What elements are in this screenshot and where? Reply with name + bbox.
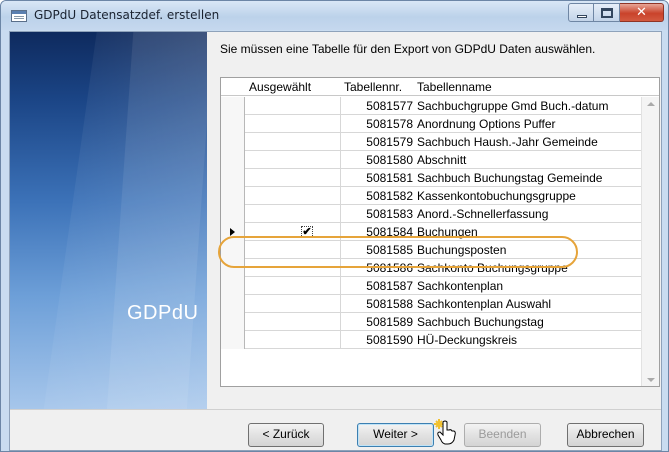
table-number-cell: 5081588 bbox=[366, 297, 413, 311]
close-icon: ✕ bbox=[636, 5, 647, 20]
maximize-button[interactable] bbox=[594, 3, 620, 22]
table-name-cell: Anordnung Options Puffer bbox=[417, 117, 556, 131]
table-name-cell: Sachbuchgruppe Gmd Buch.-datum bbox=[417, 99, 609, 113]
table-number-cell: 5081577 bbox=[366, 99, 413, 113]
table-number-cell: 5081582 bbox=[366, 189, 413, 203]
table-number-cell: 5081580 bbox=[366, 153, 413, 167]
table-name-cell: Sachkontenplan Auswahl bbox=[417, 297, 552, 311]
table-name-cell: Anord.-Schnellerfassung bbox=[417, 207, 549, 221]
vertical-scrollbar[interactable] bbox=[641, 97, 659, 386]
next-button[interactable]: Weiter > bbox=[357, 423, 434, 447]
selection-highlight-annotation bbox=[218, 236, 578, 268]
scroll-down-icon[interactable] bbox=[647, 378, 655, 382]
selected-cell[interactable] bbox=[245, 169, 341, 187]
back-button[interactable]: < Zurück bbox=[248, 423, 324, 447]
table-row[interactable]: 5081590 HÜ-Deckungskreis bbox=[221, 331, 641, 349]
selected-cell[interactable] bbox=[245, 205, 341, 223]
table-row[interactable]: 5081589 Sachbuch Buchungstag bbox=[221, 313, 641, 331]
minimize-icon bbox=[577, 15, 587, 18]
table-row[interactable]: 5081583 Anord.-Schnellerfassung bbox=[221, 205, 641, 223]
finish-button[interactable]: Beenden bbox=[464, 423, 541, 447]
dialog-window: GDPdU Datensatzdef. erstellen ✕ GDPdU Si… bbox=[0, 0, 669, 452]
table-name-cell: HÜ-Deckungskreis bbox=[417, 333, 518, 347]
row-indicator[interactable] bbox=[221, 331, 245, 349]
row-indicator[interactable] bbox=[221, 115, 245, 133]
table-name-cell: Sachbuch Buchungstag bbox=[417, 315, 544, 329]
table-row[interactable]: 5081579 Sachbuch Haush.-Jahr Gemeinde bbox=[221, 133, 641, 151]
row-indicator[interactable] bbox=[221, 205, 245, 223]
table-name-cell: Abschnitt bbox=[417, 153, 467, 167]
table-list[interactable]: Ausgewählt Tabellennr. Tabellenname 5081… bbox=[220, 77, 660, 387]
instruction-text: Sie müssen eine Tabelle für den Export v… bbox=[220, 42, 596, 56]
column-header-number[interactable]: Tabellennr. bbox=[344, 80, 402, 94]
table-row[interactable]: 5081587 Sachkontenplan bbox=[221, 277, 641, 295]
selected-cell[interactable] bbox=[245, 133, 341, 151]
row-indicator[interactable] bbox=[221, 97, 245, 115]
table-name-cell: Kassenkontobuchungsgruppe bbox=[417, 189, 576, 203]
table-number-cell: 5081579 bbox=[366, 135, 413, 149]
column-header-name[interactable]: Tabellenname bbox=[417, 80, 492, 94]
banner-brand: GDPdU bbox=[127, 302, 199, 324]
table-number-cell: 5081587 bbox=[366, 279, 413, 293]
table-row[interactable]: 5081582 Kassenkontobuchungsgruppe bbox=[221, 187, 641, 205]
window-title: GDPdU Datensatzdef. erstellen bbox=[34, 8, 220, 22]
row-indicator[interactable] bbox=[221, 187, 245, 205]
selected-cell[interactable] bbox=[245, 115, 341, 133]
hand-pointer-icon bbox=[434, 419, 456, 445]
row-indicator[interactable] bbox=[221, 277, 245, 295]
row-indicator[interactable] bbox=[221, 169, 245, 187]
table-row[interactable]: 5081581 Sachbuch Buchungstag Gemeinde bbox=[221, 169, 641, 187]
selected-cell[interactable] bbox=[245, 151, 341, 169]
table-row[interactable]: 5081588 Sachkontenplan Auswahl bbox=[221, 295, 641, 313]
table-number-cell: 5081578 bbox=[366, 117, 413, 131]
cancel-button[interactable]: Abbrechen bbox=[567, 423, 644, 447]
row-indicator[interactable] bbox=[221, 151, 245, 169]
selected-cell[interactable] bbox=[245, 187, 341, 205]
scroll-up-icon[interactable] bbox=[647, 102, 655, 106]
table-row[interactable]: 5081578 Anordnung Options Puffer bbox=[221, 115, 641, 133]
table-number-cell: 5081590 bbox=[366, 333, 413, 347]
column-header-selected[interactable]: Ausgewählt bbox=[249, 80, 311, 94]
table-name-cell: Sachbuch Buchungstag Gemeinde bbox=[417, 171, 603, 185]
selected-cell[interactable] bbox=[245, 97, 341, 115]
maximize-icon bbox=[601, 8, 613, 18]
table-icon bbox=[11, 10, 27, 22]
table-header: Ausgewählt Tabellennr. Tabellenname bbox=[221, 78, 659, 96]
selected-cell[interactable] bbox=[245, 277, 341, 295]
window-controls: ✕ bbox=[568, 3, 664, 23]
table-number-cell: 5081589 bbox=[366, 315, 413, 329]
selected-cell[interactable] bbox=[245, 331, 341, 349]
table-row[interactable]: 5081580 Abschnitt bbox=[221, 151, 641, 169]
button-divider bbox=[10, 409, 661, 410]
row-indicator[interactable] bbox=[221, 295, 245, 313]
table-number-cell: 5081583 bbox=[366, 207, 413, 221]
selected-cell[interactable] bbox=[245, 295, 341, 313]
close-button[interactable]: ✕ bbox=[620, 3, 664, 22]
table-name-cell: Sachkontenplan bbox=[417, 279, 504, 293]
wizard-banner: GDPdU bbox=[10, 32, 207, 409]
row-indicator[interactable] bbox=[221, 313, 245, 331]
minimize-button[interactable] bbox=[568, 3, 594, 22]
table-row[interactable]: 5081577 Sachbuchgruppe Gmd Buch.-datum bbox=[221, 97, 641, 115]
table-name-cell: Sachbuch Haush.-Jahr Gemeinde bbox=[417, 135, 598, 149]
title-bar[interactable]: GDPdU Datensatzdef. erstellen ✕ bbox=[1, 1, 668, 30]
table-number-cell: 5081581 bbox=[366, 171, 413, 185]
selected-cell[interactable] bbox=[245, 313, 341, 331]
row-indicator[interactable] bbox=[221, 133, 245, 151]
wizard-body: GDPdU Sie müssen eine Tabelle für den Ex… bbox=[9, 31, 662, 451]
current-row-arrow-icon bbox=[230, 228, 235, 236]
